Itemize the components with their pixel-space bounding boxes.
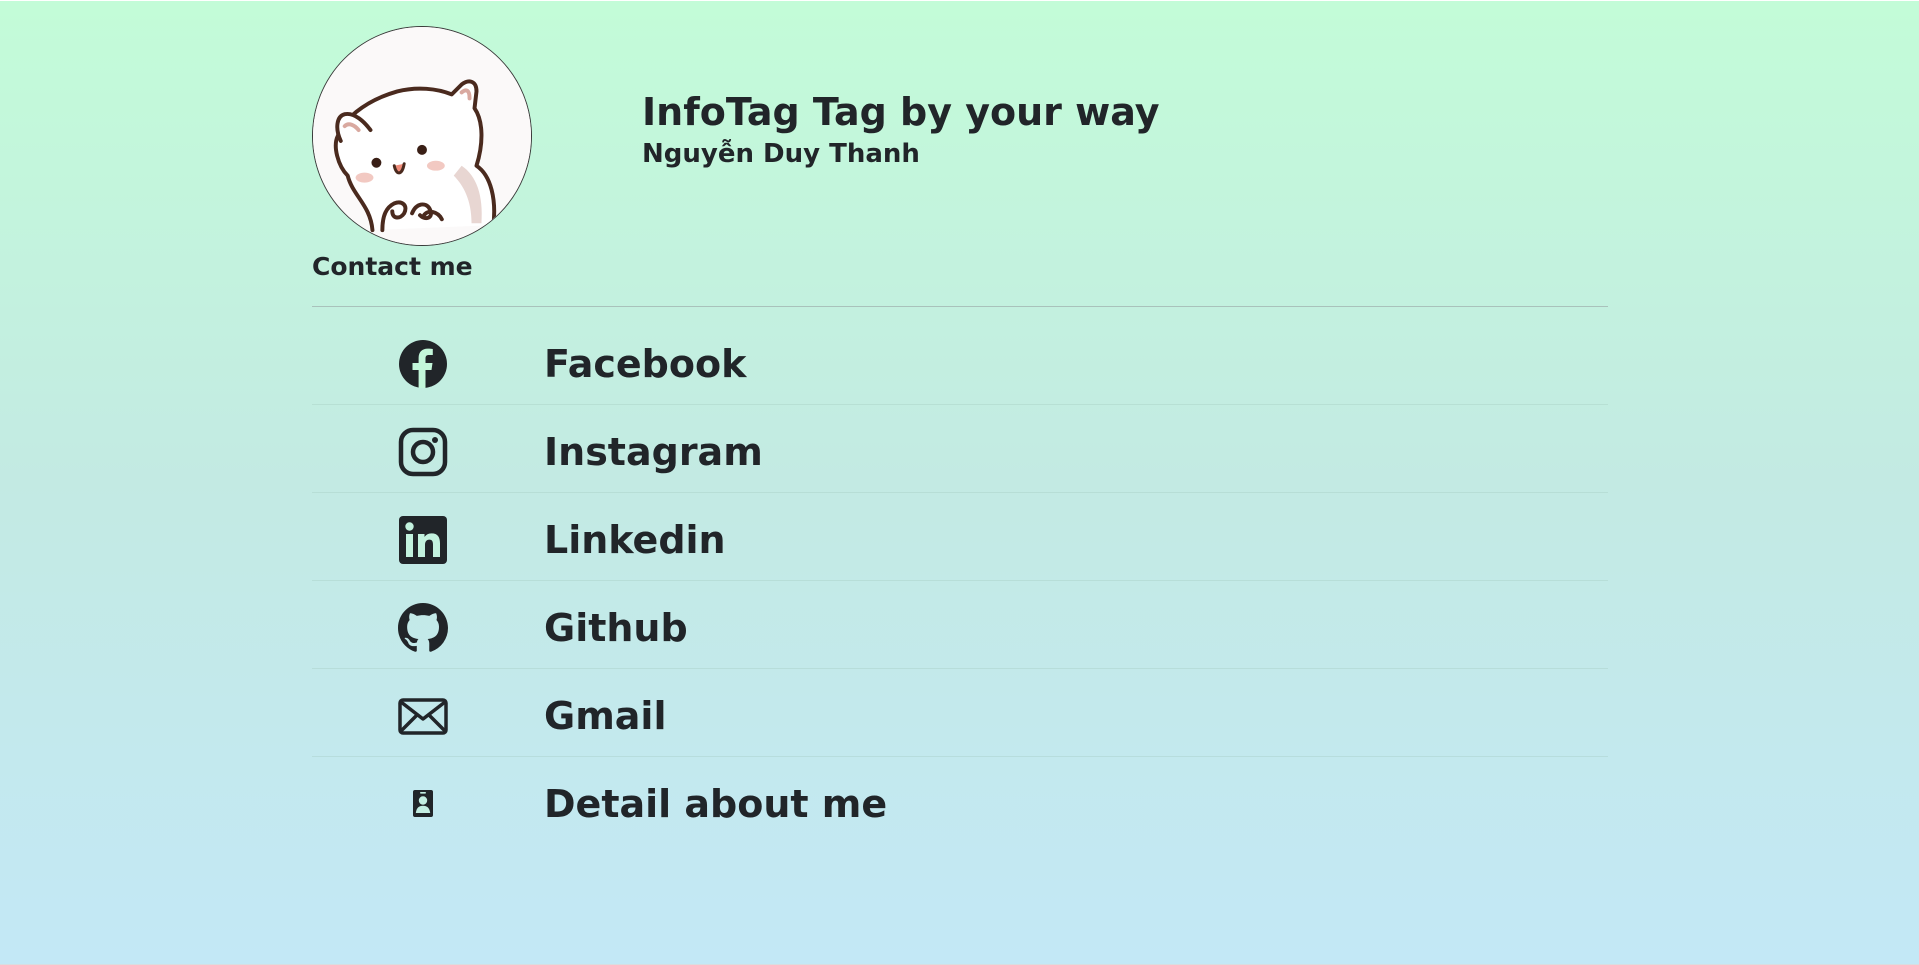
gmail-label: Gmail: [544, 694, 667, 738]
facebook-link[interactable]: Facebook: [312, 317, 1608, 405]
content-container: Contact me InfoTag Tag by your way Nguyễ…: [312, 1, 1608, 826]
github-link[interactable]: Github: [312, 581, 1608, 669]
contact-me-label: Contact me: [312, 252, 473, 281]
instagram-label: Instagram: [544, 430, 763, 474]
facebook-icon: [398, 339, 448, 389]
page-title: InfoTag Tag by your way: [642, 90, 1160, 134]
gmail-link[interactable]: Gmail: [312, 669, 1608, 757]
instagram-icon: [398, 427, 448, 477]
linkedin-link[interactable]: Linkedin: [312, 493, 1608, 581]
linkedin-icon: [398, 515, 448, 565]
contact-links-list: Facebook Instagram Linkedin Github Gmail…: [312, 317, 1608, 837]
avatar: [312, 26, 532, 246]
envelope-icon: [398, 691, 448, 741]
facebook-label: Facebook: [544, 342, 747, 386]
profile-header: Contact me InfoTag Tag by your way Nguyễ…: [312, 1, 1608, 306]
owner-name: Nguyễn Duy Thanh: [642, 139, 920, 169]
title-block: InfoTag Tag by your way Nguyễn Duy Thanh: [642, 88, 1159, 172]
detail-about-me-label: Detail about me: [544, 782, 888, 826]
instagram-link[interactable]: Instagram: [312, 405, 1608, 493]
github-label: Github: [544, 606, 688, 650]
github-icon: [398, 603, 448, 653]
person-badge-icon: [398, 779, 448, 829]
detail-about-me-link[interactable]: Detail about me: [312, 757, 1608, 837]
linkedin-label: Linkedin: [544, 518, 726, 562]
cat-avatar-illustration: [313, 27, 531, 245]
page-background: Contact me InfoTag Tag by your way Nguyễ…: [0, 1, 1919, 964]
header-divider: [312, 306, 1608, 307]
